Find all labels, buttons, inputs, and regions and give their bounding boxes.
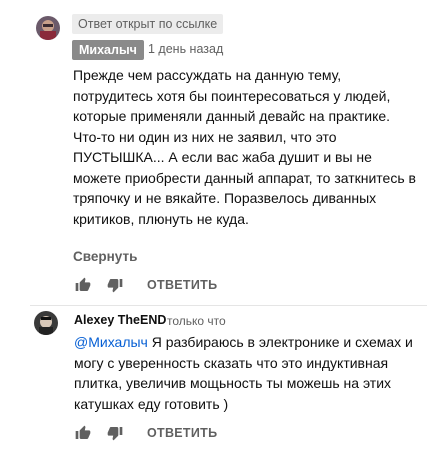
comment-text: Прежде чем рассуждать на данную тему, по…	[73, 67, 416, 227]
collapse-button[interactable]: Свернуть	[73, 249, 137, 264]
comment-author[interactable]: Alexey TheEND	[74, 313, 166, 327]
comment-author-badge[interactable]: Михалыч	[72, 40, 144, 60]
mention-link[interactable]: @Михалыч	[74, 334, 148, 350]
linked-comment-label: Ответ открыт по ссылке	[72, 14, 224, 34]
thumbs-up-icon[interactable]	[75, 277, 91, 298]
reply-button[interactable]: ОТВЕТИТЬ	[147, 278, 217, 292]
comment-timestamp[interactable]: 1 день назад	[148, 42, 223, 56]
thumbs-down-icon[interactable]	[107, 277, 123, 298]
comment-text: @Михалыч Я разбираюсь в электронике и сх…	[74, 332, 419, 414]
reply-button[interactable]: ОТВЕТИТЬ	[147, 426, 217, 440]
thumbs-down-icon[interactable]	[107, 425, 123, 446]
avatar-alexey[interactable]	[34, 311, 58, 335]
comment-actions: ОТВЕТИТЬ	[75, 276, 235, 296]
thumbs-up-icon[interactable]	[75, 425, 91, 446]
divider	[30, 305, 427, 306]
comment-timestamp[interactable]: только что	[167, 314, 226, 328]
avatar-mihalych[interactable]	[36, 16, 60, 40]
comment-actions: ОТВЕТИТЬ	[75, 424, 235, 444]
